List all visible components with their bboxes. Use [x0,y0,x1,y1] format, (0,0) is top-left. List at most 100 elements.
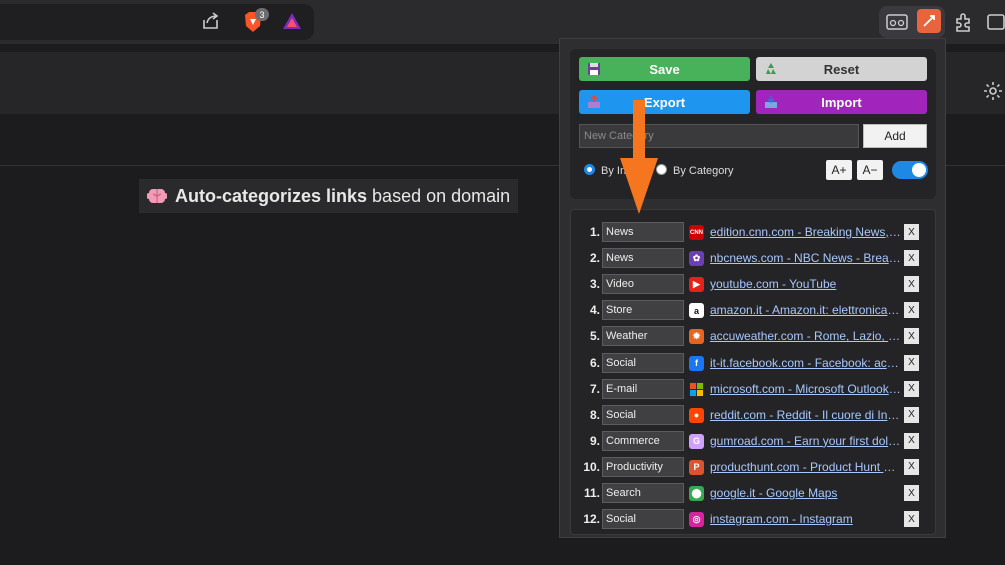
row-category-field[interactable]: Search [602,483,684,503]
link-row: 4. Store a amazon.it - Amazon.it: elettroni… [570,299,936,321]
save-button[interactable]: Save [579,57,750,81]
orange-arrow-annotation [620,100,658,214]
import-button[interactable]: Import [756,90,927,114]
delete-row-button[interactable]: X [904,511,919,528]
youtube-icon: ▶ [689,277,704,293]
row-link[interactable]: amazon.it - Amazon.it: elettronica, libr… [710,299,902,321]
link-row: 12. Social ◎ instagram.com - Instagram X [570,508,936,530]
font-increase-button[interactable]: A+ [826,160,852,180]
row-category-field[interactable]: Social [602,404,684,425]
link-row: 6. Social f it-it.facebook.com - Facebook: … [570,352,936,374]
nbc-peacock-icon: ✿ [689,251,704,267]
reader-mode-icon[interactable] [884,10,910,34]
row-number: 12. [583,512,600,527]
radio-by-category-label: By Category [673,165,734,177]
import-button-label: Import [821,94,862,110]
row-category-field[interactable]: Social [602,352,684,373]
delete-row-button[interactable]: X [904,328,919,345]
row-link[interactable]: instagram.com - Instagram [710,508,902,530]
caption-bold: Auto-categorizes links [175,185,368,206]
inbox-tray-icon [764,95,778,109]
reddit-icon: ● [689,407,704,423]
delete-row-button[interactable]: X [904,406,919,423]
instagram-icon: ◎ [689,512,704,528]
delete-row-button[interactable]: X [904,302,919,319]
delete-row-button[interactable]: X [904,485,919,501]
link-row: 9. Commerce Ggumroad.com - Earn your first… [570,430,936,452]
floppy-disk-icon [587,62,601,76]
delete-row-button[interactable]: X [904,224,919,240]
save-button-label: Save [649,61,680,77]
row-category-field[interactable]: Store [602,300,684,321]
link-row: 5. Weather ✹ accuweather.com - Rome, Lazio,… [570,325,936,347]
export-button[interactable]: Export [579,90,750,114]
add-category-button[interactable]: Add [863,124,927,148]
feature-caption: Auto-categorizes links based on domain [139,179,519,213]
row-category-field[interactable]: News [602,222,684,242]
row-link[interactable]: producthunt.com - Product Hunt – The bes… [710,456,902,478]
brave-rewards-triangle-icon[interactable] [281,11,303,31]
delete-row-button[interactable]: X [904,432,919,449]
row-category-field[interactable]: E-mail [602,378,684,399]
facebook-icon: f [689,355,704,371]
row-number: 6. [589,355,600,370]
row-number: 11. [583,486,600,500]
extensions-puzzle-icon[interactable] [952,10,976,34]
row-number: 8. [589,407,600,422]
row-number: 3. [589,277,600,292]
delete-row-button[interactable]: X [904,250,919,267]
delete-row-button[interactable]: X [904,458,919,475]
producthunt-icon: P [689,459,704,475]
row-number: 5. [589,329,600,344]
caption-rest: based on domain [372,185,511,206]
row-number: 10. [583,459,600,474]
sidebar-toggle-icon[interactable] [986,11,1005,33]
row-category-field[interactable]: Weather [602,326,684,347]
dark-mode-toggle[interactable] [892,161,928,179]
delete-row-button[interactable]: X [904,354,919,371]
google-maps-pin-icon: ⬤ [689,486,704,501]
amazon-icon: a [689,303,704,319]
link-row: 3. Video ▶ youtube.com - YouTube X [570,273,936,295]
row-category-field[interactable]: Productivity [602,456,684,477]
row-link[interactable]: accuweather.com - Rome, Lazio, Italy Wea… [710,325,902,347]
gear-icon[interactable] [982,80,1004,102]
accuweather-sun-icon: ✹ [689,329,704,345]
row-number: 9. [589,433,600,448]
outbox-tray-icon [587,94,601,109]
radio-by-inline[interactable] [584,164,595,175]
row-category-field[interactable]: Video [602,274,684,295]
reset-button[interactable]: Reset [756,57,927,81]
microsoft-icon [689,381,704,397]
row-link[interactable]: youtube.com - YouTube [710,273,902,295]
delete-row-button[interactable]: X [904,380,919,397]
row-category-field[interactable]: News [602,248,684,269]
row-category-field[interactable]: Social [602,509,684,530]
row-link[interactable]: nbcnews.com - NBC News - Breaking News &… [710,247,902,269]
link-row: 8. Social ● reddit.com - Reddit - Il cuore … [570,404,936,426]
row-link[interactable]: microsoft.com - Microsoft Outlook (forme… [710,378,902,400]
delete-row-button[interactable]: X [904,276,919,293]
row-link[interactable]: gumroad.com - Earn your first dollar onl… [710,430,902,452]
row-link[interactable]: reddit.com - Reddit - Il cuore di Intern… [710,404,902,426]
reset-button-label: Reset [823,61,860,77]
row-link[interactable]: edition.cnn.com - Breaking News, Latest … [710,221,902,243]
recycle-icon [764,62,778,76]
toggle-knob [912,163,926,177]
share-icon[interactable] [200,10,222,32]
gumroad-icon: G [689,433,704,449]
row-number: 4. [589,303,600,318]
brain-icon [147,186,167,206]
row-number: 7. [589,381,600,396]
row-number: 1. [589,225,600,239]
row-number: 2. [589,251,600,266]
row-link[interactable]: it-it.facebook.com - Facebook: accedi o … [710,352,902,374]
row-link[interactable]: google.it - Google Maps [710,482,902,504]
font-decrease-button[interactable]: A− [857,160,883,180]
link-row: 11. Search ⬤ google.it - Google Maps X [570,482,936,504]
link-row: 7. E-mail microsoft.com - Microsoft Outloo… [570,378,936,400]
link-row: 10. Productivity Pproducthunt.com - Produc… [570,456,936,478]
row-category-field[interactable]: Commerce [602,430,684,451]
link-row: 2.News ✿ nbcnews.com - NBC News - Breaking… [570,247,936,269]
link-organizer-extension-icon[interactable] [917,9,941,33]
